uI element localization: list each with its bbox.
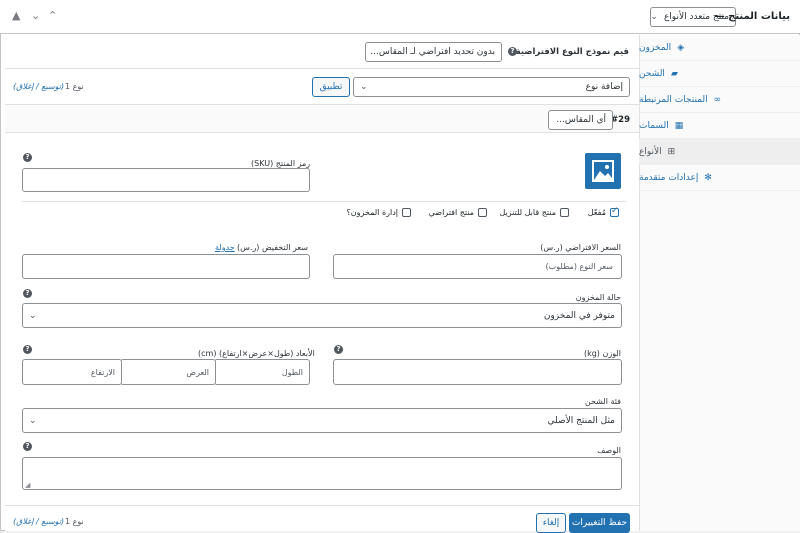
sku-input[interactable] [22, 168, 310, 192]
divider [22, 201, 626, 202]
tab-variations[interactable]: ⊞ الأنواع [639, 139, 800, 165]
width-input[interactable]: العرض [120, 359, 216, 385]
dimensions-label: الأبعاد (طول×عرض×ارتفاع) (cm) [198, 349, 315, 358]
downloadable-checkbox[interactable]: منتج قابل للتنزيل [499, 208, 569, 217]
shipping-class-select[interactable]: مثل المنتج الأصلي ⌄ [22, 408, 622, 433]
image-icon [592, 160, 614, 182]
variation-image-upload[interactable] [585, 153, 621, 189]
save-changes-button[interactable]: حفظ التغييرات [569, 513, 630, 533]
regular-price-label: السعر الافتراضي (ر.س) [540, 243, 621, 252]
variation-count: نوع 1 [65, 82, 84, 91]
chevron-down-icon: ⌄ [29, 310, 37, 321]
sale-price-label: سعر التخفيض (ر.س) [237, 243, 308, 252]
divider [5, 505, 639, 506]
panel-header: ▲ ⌄ ⌃ منتج متعدد الأنواع ⌄ بيانات المنتج… [0, 0, 800, 34]
sale-price-input[interactable] [22, 254, 310, 279]
truck-icon: ▰ [670, 68, 678, 79]
chevron-down-icon: ⌄ [549, 115, 550, 125]
chevron-down-icon: ⌄ [650, 12, 658, 22]
sku-label: رمز المنتج (SKU) [251, 159, 311, 168]
defaults-label: قيم نموذج النوع الافتراضية: [512, 47, 629, 57]
manage-stock-checkbox[interactable]: إدارة المخزون؟ [347, 208, 411, 217]
variation-count: نوع 1 [65, 517, 84, 526]
expand-collapse-link[interactable]: (توسيع / إغلاق) [13, 517, 64, 526]
inventory-icon: ◈ [677, 42, 685, 53]
tab-advanced[interactable]: ✻ إعدادات متقدمة [639, 165, 800, 191]
shipping-class-label: فئة الشحن [584, 397, 621, 406]
help-icon: ? [23, 442, 32, 451]
help-icon: ? [334, 345, 343, 354]
gear-icon: ✻ [704, 172, 712, 183]
expand-collapse-link[interactable]: (توسيع / إغلاق) [13, 82, 64, 91]
tab-shipping[interactable]: ▰ الشحن [639, 61, 800, 87]
default-size-select[interactable]: بدون تحديد افتراضي لـ المقاس... ⌄ [365, 42, 502, 62]
regular-price-input[interactable]: سعر النوع (مطلوب) [333, 254, 622, 279]
tab-inventory[interactable]: ◈ المخزون [639, 35, 800, 61]
link-icon: ∞ [713, 94, 722, 105]
description-textarea[interactable]: ◢ [22, 457, 622, 490]
cancel-button[interactable]: إلغاء [536, 513, 566, 533]
enabled-checkbox[interactable]: مُفعّل [588, 206, 619, 217]
height-input[interactable]: الارتفاع [22, 359, 122, 385]
help-icon: ? [508, 47, 517, 56]
virtual-checkbox[interactable]: منتج افتراضي [429, 208, 487, 217]
help-icon: ? [23, 289, 32, 298]
variations-panel: قيم نموذج النوع الافتراضية: ? بدون تحديد… [5, 35, 639, 533]
product-data-tabs: ◈ المخزون ▰ الشحن ∞ المنتجات المرتبطة ▦ السم… [639, 35, 800, 531]
weight-input[interactable] [333, 359, 622, 385]
weight-label: الوزن (kg) [583, 349, 621, 358]
chevron-down-icon: ⌄ [29, 415, 37, 426]
help-icon: ? [23, 345, 32, 354]
help-icon: ? [23, 153, 32, 162]
chevron-down-icon: ⌄ [360, 82, 368, 92]
variation-size-select[interactable]: أي المقاس... ⌄ [548, 110, 613, 130]
panel-title: بيانات المنتج — [714, 11, 790, 22]
resize-handle-icon[interactable]: ◢ [25, 481, 30, 489]
variation-header[interactable] [5, 105, 639, 133]
apply-button[interactable]: تطبيق [312, 77, 350, 97]
chevron-down-icon[interactable]: ⌄ [31, 9, 40, 22]
variation-number: #29 [611, 115, 630, 125]
table-icon: ▦ [674, 120, 684, 131]
length-input[interactable]: الطول [214, 359, 310, 385]
bulk-action-select[interactable]: إضافة نوع ⌄ [353, 77, 630, 97]
stock-status-label: حالة المخزون [575, 293, 621, 302]
stock-status-select[interactable]: متوفر في المخزون ⌄ [22, 303, 622, 328]
divider [5, 68, 639, 69]
description-label: الوصف [597, 446, 621, 455]
chevron-up-icon[interactable]: ⌃ [48, 9, 57, 22]
move-up-icon[interactable]: ▲ [12, 9, 20, 22]
tab-linked-products[interactable]: ∞ المنتجات المرتبطة [639, 87, 800, 113]
schedule-link[interactable]: جدولة [215, 243, 235, 252]
grid-icon: ⊞ [667, 146, 676, 157]
tab-attributes[interactable]: ▦ السمات [639, 113, 800, 139]
